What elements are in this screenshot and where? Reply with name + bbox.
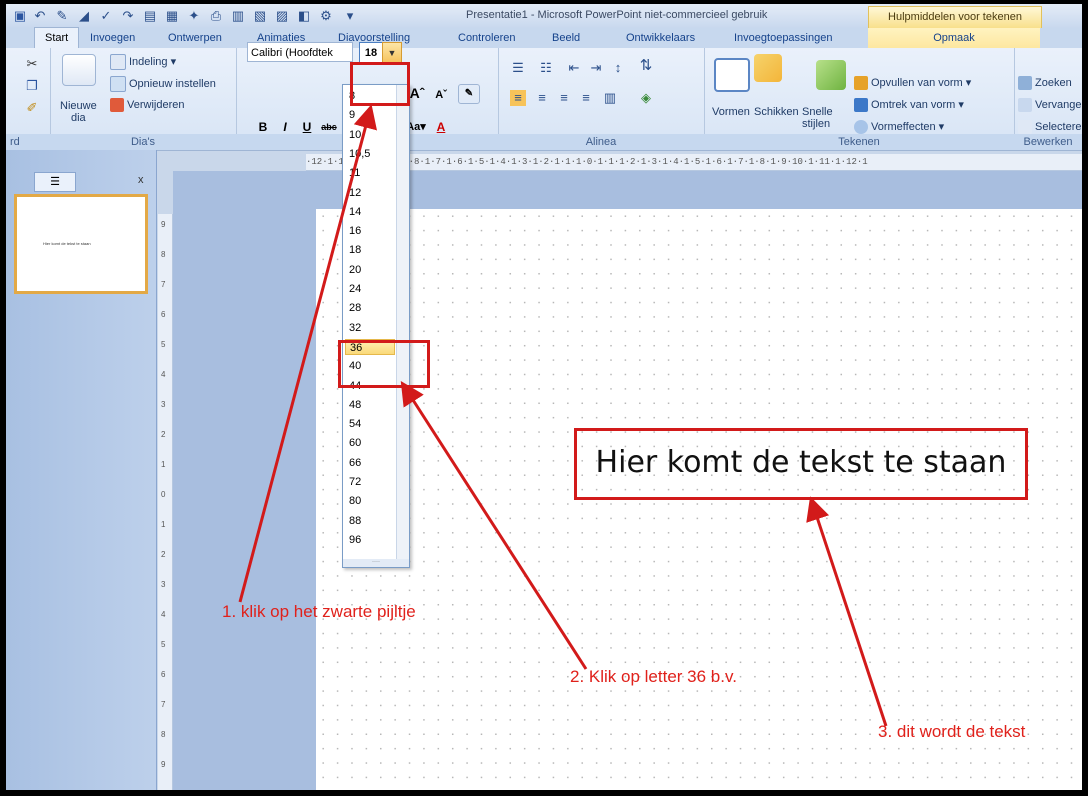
arrow-step-2: [400, 380, 588, 670]
arrow-step-1: [238, 104, 378, 603]
arrow-step-3: [806, 496, 888, 727]
annotation-arrows: [238, 104, 888, 727]
powerpoint-window: ▣ ↶ ✎ ◢ ✓ ↷ ▤ ▦ ✦ ⎙ ▥ ▧ ▨ ◧ ⚙ ▾ Presenta…: [6, 4, 1082, 790]
